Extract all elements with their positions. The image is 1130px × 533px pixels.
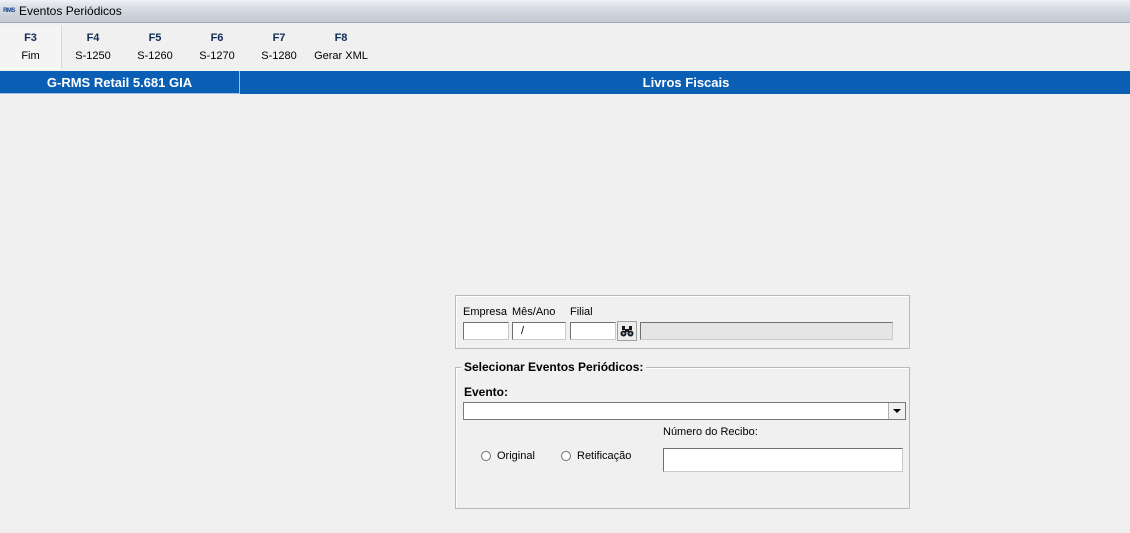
f6-s1270-button[interactable]: F6 S-1270 [186,25,248,68]
event-selection-groupbox [455,367,910,509]
binoculars-search-icon[interactable] [617,321,637,341]
original-radio-label: Original [497,450,535,462]
f3-fim-button[interactable]: F3 Fim [0,25,62,69]
retificacao-radio[interactable] [561,451,571,461]
f8-gerar-xml-button[interactable]: F8 Gerar XML [310,25,372,68]
mes-ano-input[interactable]: / [512,322,566,340]
event-selection-title: Selecionar Eventos Periódicos: [461,360,647,374]
f7-s1280-button[interactable]: F7 S-1280 [248,25,310,68]
f5-button-label: S-1260 [137,50,173,62]
filial-input[interactable] [570,322,616,340]
module-title: Livros Fiscais [642,75,730,90]
f8-key-label: F8 [334,32,348,44]
window-titlebar[interactable]: RMS Eventos Periódicos [0,0,1130,23]
f4-s1250-button[interactable]: F4 S-1250 [62,25,124,68]
dropdown-arrow-icon[interactable] [888,403,905,419]
f7-key-label: F7 [272,32,286,44]
function-key-toolbar: F3 Fim F4 S-1250 F5 S-1260 F6 S-1270 F7 … [0,23,1130,69]
f6-key-label: F6 [210,32,224,44]
numero-recibo-input[interactable] [663,448,903,472]
f6-button-label: S-1270 [199,50,235,62]
f5-s1260-button[interactable]: F5 S-1260 [124,25,186,68]
f7-button-label: S-1280 [261,50,297,62]
f3-key-label: F3 [24,32,37,44]
f3-button-label: Fim [21,50,40,62]
product-version-label: G-RMS Retail 5.681 GIA [0,71,240,94]
f5-key-label: F5 [148,32,162,44]
retificacao-radio-label: Retificação [577,450,632,462]
empresa-label: Empresa [463,306,508,318]
window-title: Eventos Periódicos [19,4,122,18]
filial-description-field [640,322,893,340]
filial-label: Filial [570,306,593,318]
numero-recibo-label: Número do Recibo: [663,426,758,438]
empresa-input[interactable] [463,322,509,340]
module-header-bar: G-RMS Retail 5.681 GIA Livros Fiscais [0,71,1130,94]
f4-key-label: F4 [86,32,100,44]
evento-label: Evento: [464,385,509,399]
f8-button-label: Gerar XML [314,50,368,62]
f4-button-label: S-1250 [75,50,111,62]
original-radio[interactable] [481,451,491,461]
app-logo-icon: RMS [1,6,17,16]
mes-ano-label: Mês/Ano [512,306,556,318]
evento-combobox[interactable] [463,402,906,420]
